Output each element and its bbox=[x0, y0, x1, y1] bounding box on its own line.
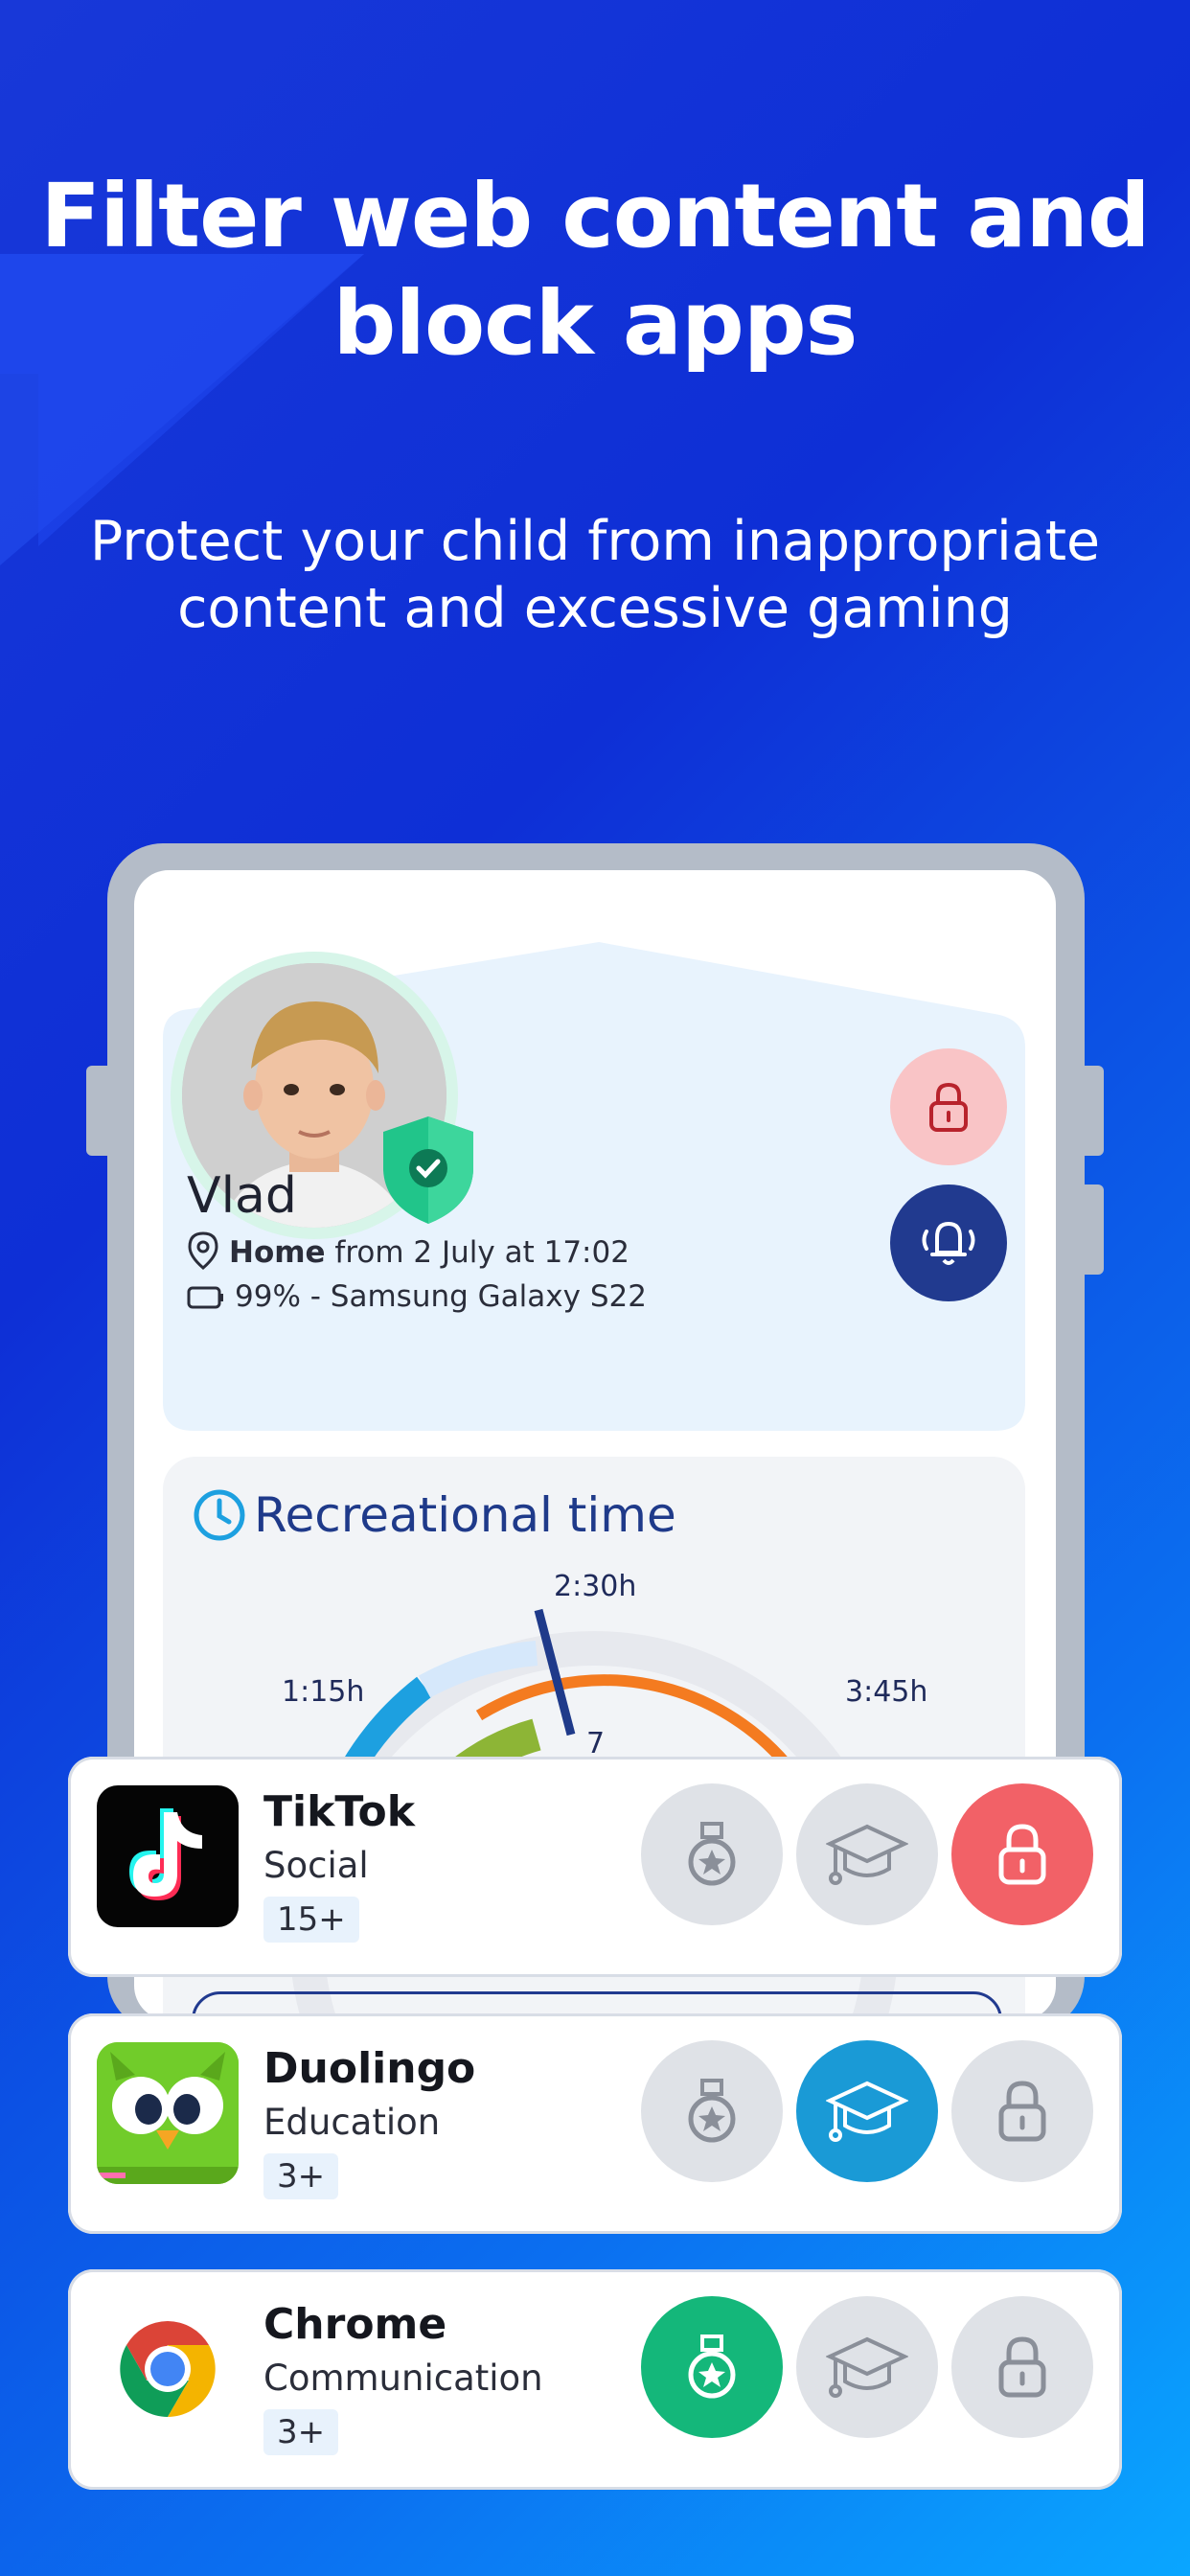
medal-icon bbox=[688, 2079, 736, 2143]
shield-check-icon bbox=[383, 1116, 473, 1224]
allow-button[interactable] bbox=[641, 2296, 783, 2438]
app-category: Education bbox=[263, 2102, 441, 2143]
location-name: Home bbox=[229, 1235, 326, 1270]
block-button[interactable] bbox=[951, 2040, 1093, 2182]
gauge-label-right: 3:45h bbox=[845, 1675, 928, 1709]
graduation-cap-icon bbox=[826, 2336, 908, 2398]
hero-subtitle-line2: content and excessive gaming bbox=[177, 577, 1013, 640]
lock-icon bbox=[998, 1824, 1046, 1885]
education-button[interactable] bbox=[796, 2296, 938, 2438]
age-rating: 15+ bbox=[263, 1897, 359, 1943]
app-card-tiktok[interactable]: TikTok Social 15+ bbox=[68, 1757, 1122, 1977]
app-card-chrome[interactable]: Chrome Communication 3+ bbox=[68, 2269, 1122, 2490]
lock-icon bbox=[929, 1082, 968, 1132]
phone-side-button-right-1 bbox=[1081, 1066, 1104, 1156]
allow-button[interactable] bbox=[641, 1783, 783, 1925]
lock-icon bbox=[998, 2081, 1046, 2142]
chrome-icon bbox=[97, 2298, 239, 2440]
app-name: Duolingo bbox=[263, 2044, 476, 2093]
hero-title-line2: block apps bbox=[332, 272, 858, 375]
hero-title-line1: Filter web content and bbox=[40, 165, 1151, 267]
phone-side-button-left bbox=[86, 1066, 111, 1156]
hero-subtitle-line1: Protect your child from inappropriate bbox=[89, 510, 1101, 573]
hero-subtitle: Protect your child from inappropriate co… bbox=[57, 508, 1133, 642]
app-category: Communication bbox=[263, 2358, 543, 2399]
block-button[interactable] bbox=[951, 1783, 1093, 1925]
app-category: Social bbox=[263, 1845, 369, 1886]
age-rating: 3+ bbox=[263, 2153, 339, 2199]
child-name: Vlad bbox=[187, 1167, 297, 1225]
graduation-cap-icon bbox=[826, 1824, 908, 1885]
app-name: TikTok bbox=[263, 1787, 416, 1836]
bell-ring-icon bbox=[922, 1221, 975, 1265]
education-button[interactable] bbox=[796, 2040, 938, 2182]
block-button[interactable] bbox=[951, 2296, 1093, 2438]
tiktok-icon bbox=[97, 1785, 239, 1927]
location-row: Home from 2 July at 17:02 bbox=[187, 1231, 629, 1270]
education-button[interactable] bbox=[796, 1783, 938, 1925]
allow-button[interactable] bbox=[641, 2040, 783, 2182]
location-time: from 2 July at 17:02 bbox=[325, 1235, 629, 1270]
app-name: Chrome bbox=[263, 2300, 447, 2349]
age-rating: 3+ bbox=[263, 2409, 339, 2455]
app-card-duolingo[interactable]: Duolingo Education 3+ bbox=[68, 2013, 1122, 2234]
gauge-inner-value: 7 bbox=[586, 1727, 606, 1760]
device-info: 99% - Samsung Galaxy S22 bbox=[235, 1279, 647, 1314]
battery-icon bbox=[187, 1286, 223, 1309]
loud-signal-button[interactable] bbox=[890, 1184, 1007, 1301]
medal-icon bbox=[688, 1822, 736, 1886]
phone-side-button-right-2 bbox=[1081, 1184, 1104, 1275]
graduation-cap-icon bbox=[826, 2081, 908, 2142]
device-row: 99% - Samsung Galaxy S22 bbox=[187, 1279, 647, 1314]
gauge-label-left: 1:15h bbox=[282, 1675, 365, 1709]
lock-device-button[interactable] bbox=[890, 1048, 1007, 1165]
gauge-label-top: 2:30h bbox=[554, 1570, 637, 1603]
lock-icon bbox=[998, 2336, 1046, 2398]
duolingo-icon bbox=[97, 2042, 239, 2184]
hero-title: Filter web content and block apps bbox=[0, 163, 1190, 378]
medal-icon bbox=[688, 2334, 736, 2399]
location-pin-icon bbox=[188, 1231, 218, 1270]
